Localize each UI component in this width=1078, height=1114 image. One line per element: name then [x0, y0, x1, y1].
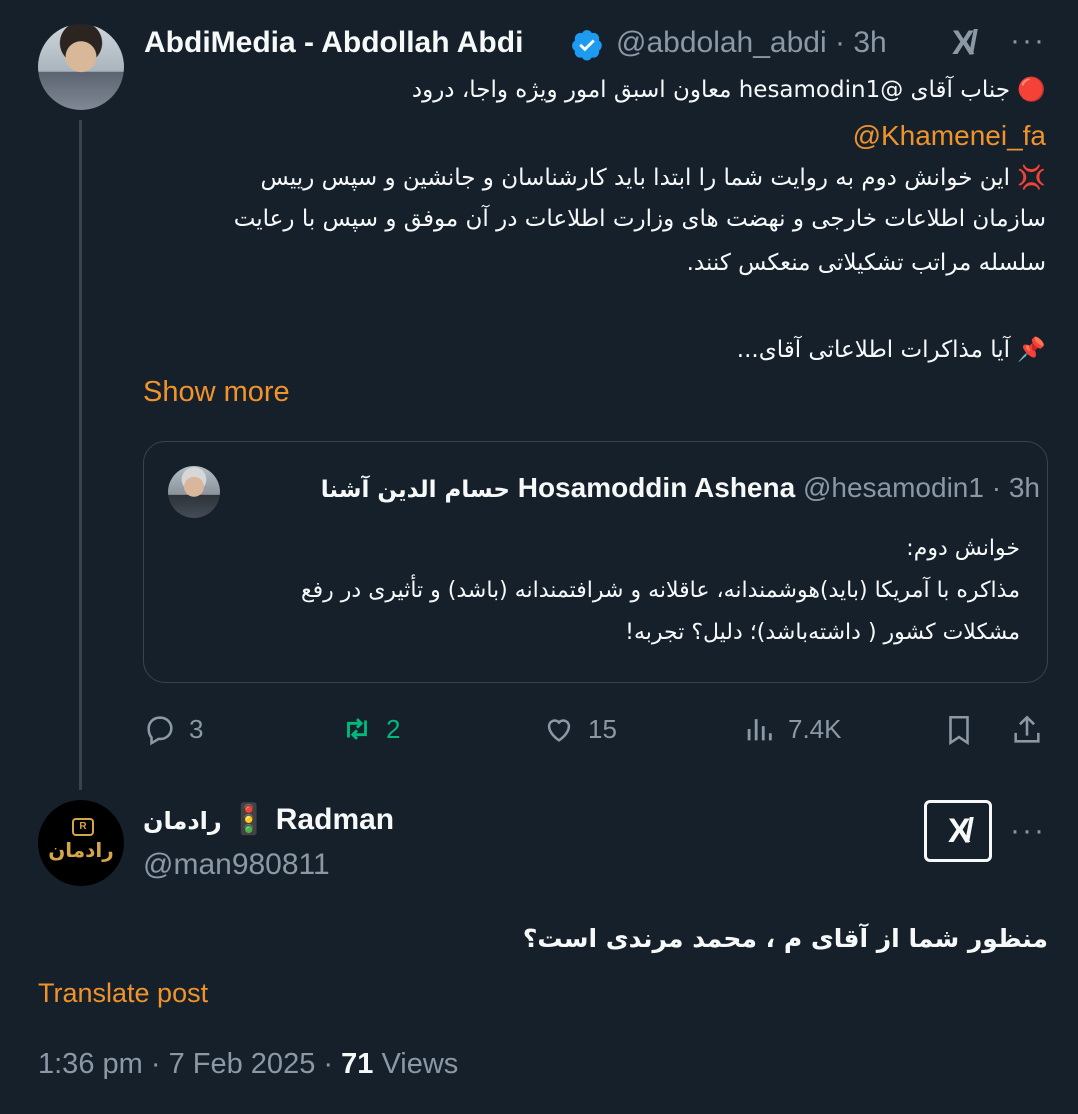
- grok-x-icon[interactable]: X/: [924, 800, 992, 862]
- reply-count: 3: [189, 713, 204, 744]
- quoted-header: حسام الدین آشنا Hosamoddin Ashena @hesam…: [321, 472, 1040, 504]
- tweet-time[interactable]: 3h: [853, 26, 886, 59]
- crown-icon: R: [72, 818, 94, 836]
- more-icon[interactable]: ···: [1010, 24, 1046, 58]
- quoted-line-3: مشکلات کشور ( داشته‌باشد)؛ دلیل؟ تجربه!: [625, 620, 1020, 645]
- tweet-line-3: 💢 این خوانش دوم به روایت شما را ابتدا با…: [260, 165, 1046, 191]
- reply-icon: [147, 716, 173, 746]
- reply-author-handle[interactable]: @man980811: [143, 848, 330, 882]
- views-icon: [747, 719, 772, 741]
- reply-author-name-en: Radman: [275, 803, 395, 836]
- like-count: 15: [588, 713, 617, 744]
- traffic-light-icon: 🚦: [230, 803, 268, 836]
- post-date[interactable]: 7 Feb 2025: [169, 1048, 316, 1080]
- thread-line: [79, 120, 82, 790]
- quoted-separator: ·: [991, 472, 1002, 503]
- mention-link[interactable]: @Khamenei_fa: [853, 120, 1046, 152]
- repost-icon: [347, 718, 367, 740]
- repost-count: 2: [386, 713, 401, 744]
- reply-author-avatar[interactable]: R رادمان: [38, 800, 124, 886]
- author-handle[interactable]: @abdolah_abdi: [616, 26, 827, 59]
- quoted-line-1: خوانش دوم:: [906, 536, 1020, 561]
- translate-post-link[interactable]: Translate post: [38, 978, 208, 1009]
- post-time[interactable]: 1:36 pm: [38, 1048, 143, 1080]
- verified-badge-icon: [572, 30, 602, 61]
- avatar-logo-text: رادمان: [48, 838, 114, 862]
- quoted-time: 3h: [1008, 472, 1040, 503]
- tweet-line-1: 🔴 جناب آقای @hesamodin1 معاون اسبق امور …: [411, 77, 1046, 103]
- reply-author-name-fa: رادمان: [143, 807, 222, 835]
- more-icon[interactable]: ···: [1010, 814, 1046, 848]
- show-more-link[interactable]: Show more: [143, 376, 290, 409]
- bookmark-icon[interactable]: [942, 712, 976, 748]
- share-icon[interactable]: [1010, 712, 1044, 748]
- author-avatar[interactable]: [38, 24, 124, 110]
- quoted-line-2: مذاکره با آمریکا (باید)هوشمندانه، عاقلان…: [300, 578, 1020, 603]
- like-icon: [547, 719, 571, 742]
- reply-button[interactable]: 3: [143, 712, 203, 746]
- views-number: 71: [341, 1048, 374, 1080]
- reply-text: منظور شما از آقای م ، محمد مرندی است؟: [522, 924, 1048, 953]
- grok-x-icon[interactable]: X/: [952, 24, 978, 63]
- reply-author-name[interactable]: رادمان 🚦 Radman: [143, 802, 394, 837]
- quoted-handle: @hesamodin1: [802, 472, 984, 503]
- like-button[interactable]: 15: [542, 712, 617, 746]
- meta-separator: ·: [150, 1048, 161, 1080]
- tweet-line-4: سازمان اطلاعات خارجی و نهضت های وزارت اط…: [233, 206, 1046, 232]
- meta-separator: ·: [323, 1048, 334, 1080]
- views-label: Views: [381, 1048, 459, 1080]
- repost-button[interactable]: 2: [340, 712, 400, 746]
- views-count: 7.4K: [788, 713, 842, 744]
- time-separator: ·: [834, 26, 845, 59]
- quoted-name-fa: حسام الدین آشنا: [320, 477, 510, 503]
- views-button[interactable]: 7.4K: [742, 712, 842, 746]
- quoted-name-en: Hosamoddin Ashena: [517, 472, 796, 503]
- author-handle-time[interactable]: @abdolah_abdi · 3h: [616, 26, 887, 60]
- tweet-line-5: سلسله مراتب تشکیلاتی منعکس کنند.: [686, 250, 1046, 276]
- author-name[interactable]: AbdiMedia - Abdollah Abdi: [144, 26, 523, 60]
- quoted-author-avatar[interactable]: [168, 466, 220, 518]
- post-meta: 1:36 pm · 7 Feb 2025 · 71 Views: [38, 1048, 458, 1081]
- tweet-line-6: 📌 آیا مذاکرات اطلاعاتی آقای...: [736, 337, 1046, 363]
